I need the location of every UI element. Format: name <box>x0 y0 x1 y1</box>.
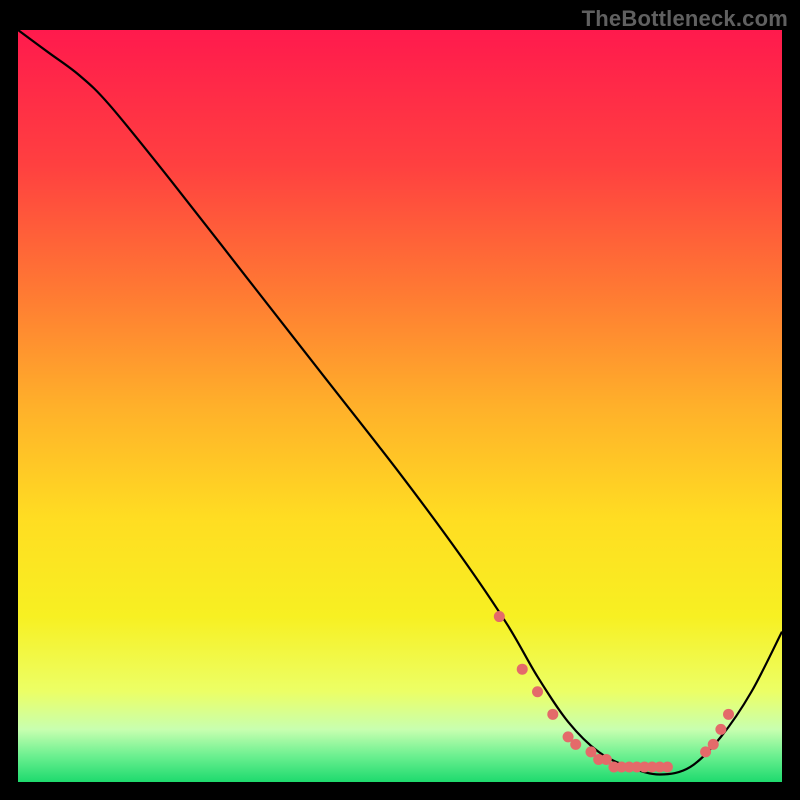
watermark-label: TheBottleneck.com <box>582 6 788 32</box>
highlight-point <box>708 739 719 750</box>
chart-container: TheBottleneck.com <box>0 0 800 800</box>
highlight-point <box>547 709 558 720</box>
highlight-point <box>517 664 528 675</box>
highlight-point <box>715 724 726 735</box>
chart-svg <box>18 30 782 782</box>
highlight-point <box>662 761 673 772</box>
highlight-point <box>723 709 734 720</box>
highlight-point <box>532 686 543 697</box>
highlight-point <box>494 611 505 622</box>
chart-plot-area <box>18 30 782 782</box>
gradient-background <box>18 30 782 782</box>
highlight-point <box>570 739 581 750</box>
